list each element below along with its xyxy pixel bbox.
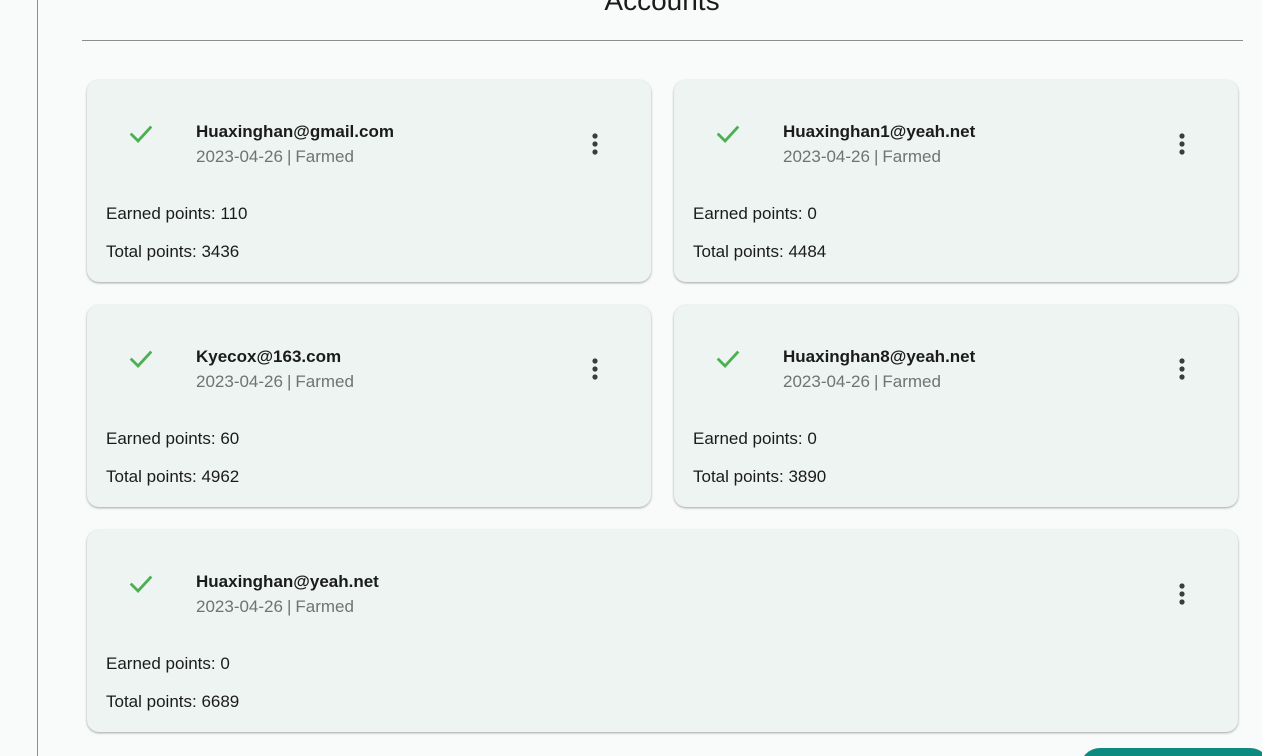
accounts-page: Accounts Huaxinghan@gmail.com 2023-04-26… [0,0,1262,756]
account-date: 2023-04-26 [196,372,283,391]
account-email: Huaxinghan8@yeah.net [783,347,976,366]
account-status: Farmed [882,147,941,166]
account-meta: 2023-04-26 | Farmed [196,372,354,392]
account-email: Huaxinghan@yeah.net [196,572,379,591]
more-vertical-icon [1179,133,1185,155]
total-points: Total points: 4484 [693,242,827,261]
meta-separator: | [286,372,292,391]
account-email: Kyecox@163.com [196,347,342,366]
earned-points: Earned points: 60 [106,429,240,448]
account-date: 2023-04-26 [783,147,870,166]
earned-points: Earned points: 0 [106,654,230,673]
account-menu-button[interactable] [1170,353,1194,385]
account-menu-button[interactable] [583,353,607,385]
account-email: Huaxinghan1@yeah.net [783,122,976,141]
account-date: 2023-04-26 [196,597,283,616]
check-icon [129,575,153,594]
meta-separator: | [873,147,879,166]
earned-points: Earned points: 0 [693,429,817,448]
more-vertical-icon [592,358,598,380]
total-points: Total points: 3436 [106,242,240,261]
meta-separator: | [286,597,292,616]
more-vertical-icon [1179,583,1185,605]
check-icon [716,350,740,369]
account-meta: 2023-04-26 | Farmed [783,147,941,167]
account-meta: 2023-04-26 | Farmed [783,372,941,392]
account-status: Farmed [295,372,354,391]
account-menu-button[interactable] [1170,128,1194,160]
account-email: Huaxinghan@gmail.com [196,122,394,141]
total-points: Total points: 6689 [106,692,240,711]
account-card: Kyecox@163.com 2023-04-26 | Farmed Earned … [87,305,651,507]
floating-action-button[interactable] [1080,748,1262,756]
account-date: 2023-04-26 [196,147,283,166]
page-title: Accounts [604,0,720,16]
account-card: Huaxinghan1@yeah.net 2023-04-26 | Farmed E… [674,80,1238,282]
account-menu-button[interactable] [583,128,607,160]
navigation-rail [0,0,38,756]
account-menu-button[interactable] [1170,578,1194,610]
more-vertical-icon [592,133,598,155]
account-status: Farmed [882,372,941,391]
account-card: Huaxinghan8@yeah.net 2023-04-26 | Farmed E… [674,305,1238,507]
title-divider [82,40,1243,41]
total-points: Total points: 3890 [693,467,827,486]
earned-points: Earned points: 110 [106,204,248,223]
account-date: 2023-04-26 [783,372,870,391]
account-card: Huaxinghan@yeah.net 2023-04-26 | Farmed Ea… [87,530,1238,732]
earned-points: Earned points: 0 [693,204,817,223]
check-icon [129,350,153,369]
total-points: Total points: 4962 [106,467,240,486]
account-status: Farmed [295,597,354,616]
meta-separator: | [873,372,879,391]
account-meta: 2023-04-26 | Farmed [196,147,354,167]
check-icon [716,125,740,144]
check-icon [129,125,153,144]
account-status: Farmed [295,147,354,166]
account-meta: 2023-04-26 | Farmed [196,597,354,617]
meta-separator: | [286,147,292,166]
more-vertical-icon [1179,358,1185,380]
account-card: Huaxinghan@gmail.com 2023-04-26 | Farmed E… [87,80,651,282]
